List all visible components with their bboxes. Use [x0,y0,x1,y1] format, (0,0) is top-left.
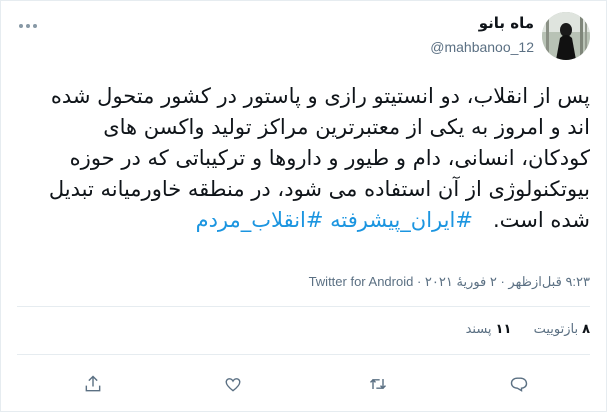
retweet-count[interactable]: ۸بازتوییت [534,322,590,337]
hashtag-link[interactable]: #انقلاب_مردم [196,208,324,232]
like-count-label: پسند [465,322,492,337]
like-icon [225,378,241,392]
share-button[interactable] [78,369,108,399]
retweet-count-value: ۸ [582,322,590,337]
retweet-icon [369,378,387,390]
avatar-image [542,12,590,60]
display-name[interactable]: ماه بانو [479,14,534,32]
hashtag-link[interactable]: #ایران_پیشرفته [330,208,473,232]
share-icon [85,375,101,392]
tweet-meta: ۹:۲۳ قبل‌ازظهر · ۲ فوریهٔ ۲۰۲۱ · Twitter… [17,274,590,294]
like-count-value: ۱۱ [495,322,512,337]
tweet-stats: ۸بازتوییت ۱۱پسند [448,322,590,337]
tweet-card: ماه بانو @mahbanoo_12 پس از انقلاب، دو ا… [0,0,607,412]
user-handle[interactable]: @mahbanoo_12 [430,39,534,55]
divider [17,306,590,307]
reply-icon [510,377,528,392]
like-count[interactable]: ۱۱پسند [466,322,512,337]
like-button[interactable] [218,369,248,399]
reply-button[interactable] [504,369,534,399]
tweet-text: پس از انقلاب، دو انستیتو رازی و پاستور د… [30,81,590,236]
tweet-source[interactable]: Twitter for Android [309,274,414,289]
more-options-icon[interactable] [19,13,41,28]
avatar[interactable] [542,12,590,60]
timestamp[interactable]: ۹:۲۳ قبل‌ازظهر · ۲ فوریهٔ ۲۰۲۱ · [417,274,590,289]
retweet-button[interactable] [363,369,393,399]
retweet-count-label: بازتوییت [533,322,579,337]
divider [17,354,590,355]
action-bar [1,369,606,399]
